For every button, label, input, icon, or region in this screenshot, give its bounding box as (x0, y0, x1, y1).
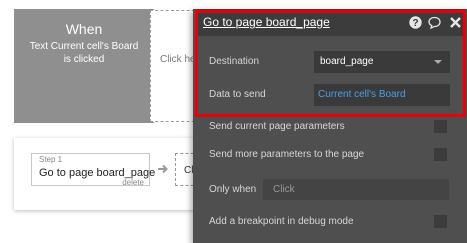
arrow-right-icon (158, 164, 168, 174)
send-current-params-label: Send current page parameters (209, 121, 345, 132)
only-when-placeholder: Click (273, 184, 295, 195)
send-more-params-checkbox[interactable] (434, 148, 447, 161)
event-title: When (65, 21, 103, 37)
highlight-frame (195, 10, 466, 117)
step-card[interactable]: Step 1 Go to page board_page delete (31, 153, 155, 187)
only-when-input[interactable]: Click (263, 179, 449, 200)
add-event-label: Click he (160, 54, 196, 65)
step-delete-link[interactable]: delete (122, 178, 144, 187)
send-more-params-label: Send more parameters to the page (209, 149, 365, 160)
step-number: Step 1 (39, 155, 63, 164)
event-description: Text Current cell's Board is clicked (29, 41, 139, 65)
event-card[interactable]: When Text Current cell's Board is clicke… (14, 9, 154, 123)
send-current-params-checkbox[interactable] (434, 120, 447, 133)
only-when-label: Only when (209, 184, 257, 195)
breakpoint-checkbox[interactable] (434, 215, 447, 228)
breakpoint-label: Add a breakpoint in debug mode (209, 216, 354, 227)
